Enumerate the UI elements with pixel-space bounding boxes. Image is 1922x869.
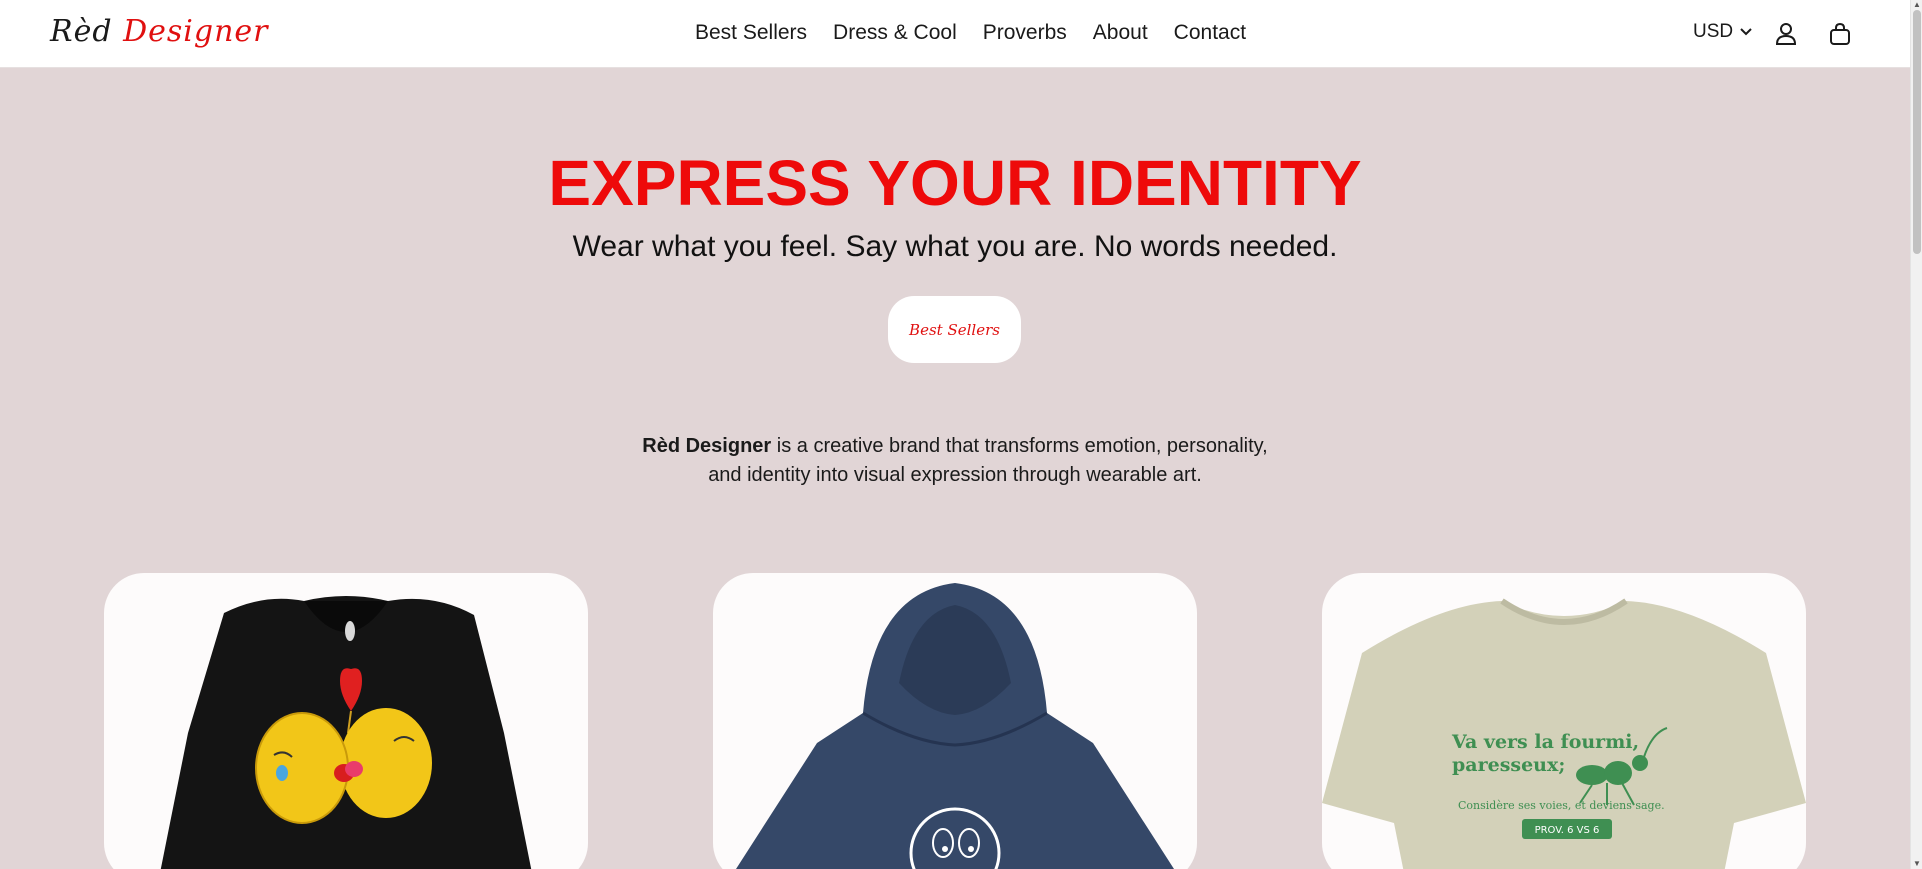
brand-description: Rèd Designer is a creative brand that tr… [0,432,1910,490]
user-icon[interactable] [1772,20,1800,48]
nav-contact[interactable]: Contact [1174,21,1246,45]
print-badge: PROV. 6 VS 6 [1535,825,1600,836]
brand-logo[interactable]: Rèd Designer [50,14,269,49]
bag-icon[interactable] [1826,20,1854,48]
main-nav: Best Sellers Dress & Cool Proverbs About… [695,21,1246,45]
scroll-down-arrow-icon[interactable]: ▼ [1912,859,1922,869]
hero-title: EXPRESS YOUR IDENTITY [548,147,1362,219]
page-scrollbar[interactable]: ▲ ▼ [1910,0,1922,869]
print-line-2: paresseux; [1452,754,1565,776]
print-line-3: Considère ses voies, et deviens sage. [1458,799,1665,812]
scroll-up-arrow-icon[interactable]: ▲ [1912,0,1922,10]
nav-proverbs[interactable]: Proverbs [983,21,1067,45]
product-card-black-hoodie[interactable] [104,573,588,869]
currency-selector[interactable]: USD [1693,21,1753,43]
ant-illustration-icon [1576,765,1608,785]
nav-about[interactable]: About [1093,21,1148,45]
nav-dress-cool[interactable]: Dress & Cool [833,21,957,45]
logo-part-1: Rèd [50,14,124,49]
nav-best-sellers[interactable]: Best Sellers [695,21,807,45]
product-card-proverbs-tshirt[interactable]: Va vers la fourmi, paresseux; Considère … [1322,573,1806,869]
best-sellers-button[interactable]: Best Sellers [888,296,1021,363]
about-line-1: is a creative brand that transforms emot… [771,435,1268,457]
currency-label: USD [1693,21,1734,42]
scroll-thumb[interactable] [1913,10,1921,254]
product-card-navy-hoodie[interactable] [713,573,1197,869]
proverbs-tshirt-image: Va vers la fourmi, paresseux; Considère … [1322,598,1806,869]
site-header: Rèd Designer Best Sellers Dress & Cool P… [0,0,1910,68]
brand-name: Rèd Designer [642,435,772,457]
about-line-2: and identity into visual expression thro… [708,464,1202,486]
hero-subtitle: Wear what you feel. Say what you are. No… [572,230,1338,263]
black-hoodie-image [160,596,532,869]
logo-part-2: Designer [123,14,269,49]
navy-hoodie-image [736,583,1174,869]
chevron-down-icon [1739,21,1753,43]
print-line-1: Va vers la fourmi, [1451,731,1639,753]
